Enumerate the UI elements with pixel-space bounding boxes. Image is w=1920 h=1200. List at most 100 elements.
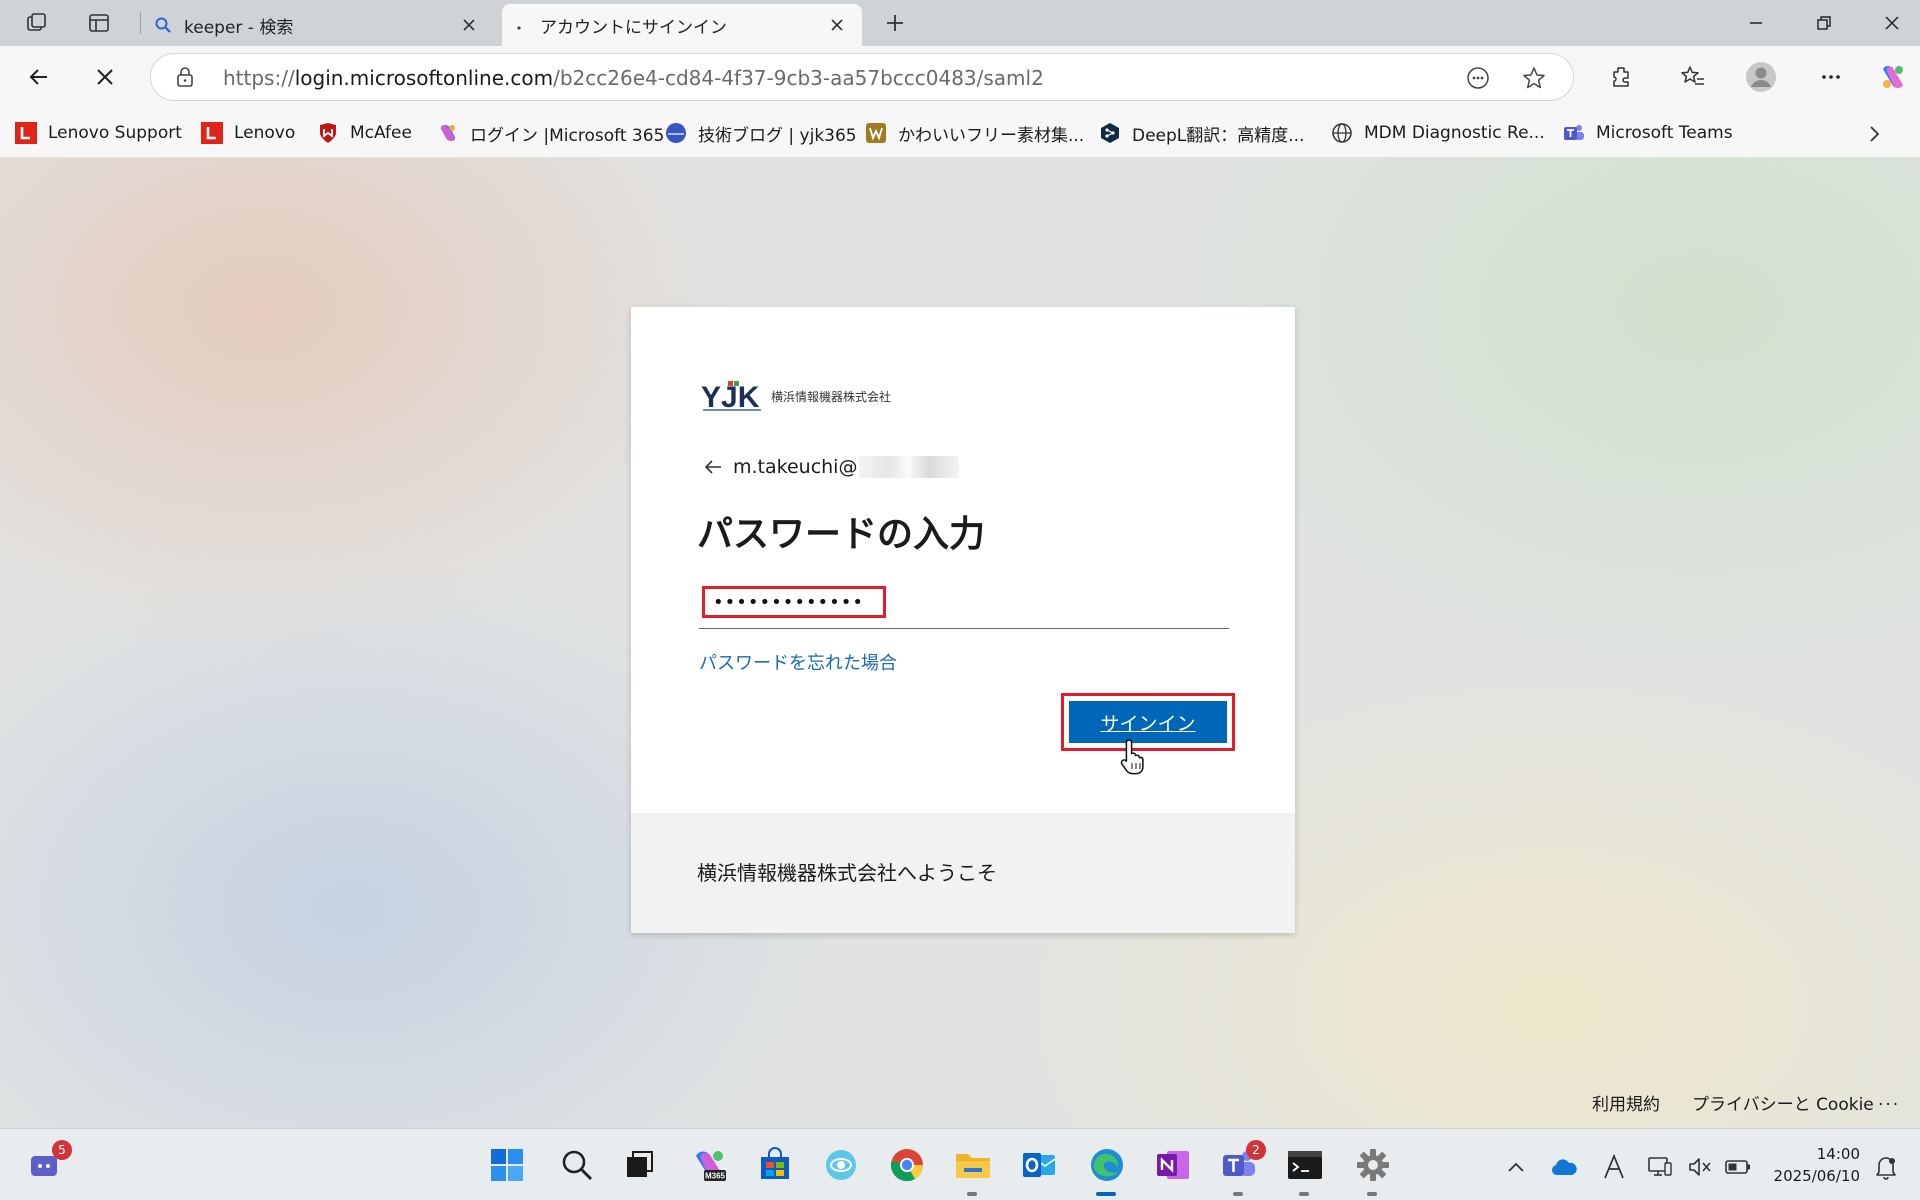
tab-bar: keeper - 検索 アカウントにサインイン xyxy=(0,0,1920,46)
extensions-icon[interactable] xyxy=(1604,60,1638,94)
identity-row[interactable]: m.takeuchi@ xyxy=(701,455,960,479)
favorite-tech-blog[interactable]: 技術ブログ | yjk365 xyxy=(664,119,857,147)
svg-text:M365: M365 xyxy=(705,1172,726,1181)
running-indicator xyxy=(1233,1192,1243,1196)
microsoft365-icon xyxy=(436,121,460,145)
signin-card-footer: 横浜情報機器株式会社へようこそ xyxy=(631,813,1295,933)
favorite-label: Lenovo Support xyxy=(48,123,182,143)
favorite-label: ログイン |Microsoft 365 xyxy=(470,125,665,146)
close-tab-icon[interactable] xyxy=(824,12,850,38)
ime-mode-icon[interactable] xyxy=(1600,1153,1628,1181)
favorite-label: McAfee xyxy=(350,123,412,143)
restore-icon[interactable] xyxy=(1796,4,1852,42)
yjk-logo-icon: YJK xyxy=(701,381,761,413)
network-icon[interactable] xyxy=(1646,1153,1674,1181)
system-clock[interactable]: 14:00 2025/06/10 xyxy=(1766,1143,1860,1187)
back-icon[interactable] xyxy=(22,60,56,94)
search-icon xyxy=(152,16,174,34)
mcafee-icon xyxy=(316,121,340,145)
running-indicator xyxy=(1367,1192,1377,1196)
deepl-icon xyxy=(1098,121,1122,145)
search-icon[interactable] xyxy=(556,1144,598,1186)
forgot-password-link[interactable]: パスワードを忘れた場合 xyxy=(699,649,897,675)
notification-app-icon[interactable]: 5 xyxy=(24,1140,72,1186)
company-name: 横浜情報機器株式会社 xyxy=(771,389,892,404)
favorite-label: かわいいフリー素材集... xyxy=(898,125,1085,146)
task-view-icon[interactable] xyxy=(618,1144,660,1186)
favorite-deepl[interactable]: DeepL翻訳：高精度... xyxy=(1098,119,1304,147)
lenovo-icon xyxy=(14,121,38,145)
blog-icon xyxy=(664,121,688,145)
settings-gear-icon[interactable] xyxy=(1352,1144,1394,1196)
close-window-icon[interactable] xyxy=(1864,4,1920,42)
favorite-mcafee[interactable]: McAfee xyxy=(316,119,412,147)
close-tab-icon[interactable] xyxy=(456,12,482,38)
vertical-tabs-icon[interactable] xyxy=(84,8,114,38)
profile-avatar-icon[interactable] xyxy=(1744,60,1778,94)
teams-badge: 2 xyxy=(1246,1140,1266,1160)
signin-card: YJK 横浜情報機器株式会社 m.takeuchi@ パスワードの入力 パスワー… xyxy=(631,307,1295,933)
favorite-lenovo[interactable]: Lenovo xyxy=(200,119,295,147)
onedrive-icon[interactable] xyxy=(1550,1153,1578,1181)
start-icon[interactable] xyxy=(486,1144,528,1186)
teams-taskbar-icon[interactable]: 2 xyxy=(1218,1140,1266,1196)
favorite-label: Lenovo xyxy=(234,123,296,143)
reading-mode-icon[interactable] xyxy=(1463,64,1493,92)
lock-icon[interactable] xyxy=(175,66,195,92)
battery-icon[interactable] xyxy=(1724,1153,1752,1181)
globe-icon xyxy=(1330,121,1354,145)
tab-separator xyxy=(140,12,141,34)
onenote-icon[interactable] xyxy=(1152,1144,1194,1186)
running-indicator xyxy=(967,1192,977,1196)
terms-link[interactable]: 利用規約 xyxy=(1592,1090,1660,1115)
chevron-up-icon[interactable] xyxy=(1502,1153,1530,1181)
favorite-label: MDM Diagnostic Re... xyxy=(1364,123,1545,143)
favorite-label: Microsoft Teams xyxy=(1596,123,1733,143)
copilot-m365-icon[interactable]: M365 xyxy=(688,1144,730,1186)
favorite-microsoft-teams[interactable]: Microsoft Teams xyxy=(1562,119,1733,147)
url-text: https://login.microsoftonline.com/b2cc26… xyxy=(223,66,1044,90)
new-tab-icon[interactable] xyxy=(880,8,910,38)
password-input[interactable] xyxy=(702,586,886,618)
password-field-wrapper xyxy=(699,583,1229,629)
favorite-lenovo-support[interactable]: Lenovo Support xyxy=(14,119,182,147)
stop-loading-icon[interactable] xyxy=(88,60,122,94)
terminal-icon[interactable] xyxy=(1284,1144,1326,1196)
hand-cursor-icon xyxy=(1120,739,1144,775)
chevron-right-icon[interactable] xyxy=(1862,122,1886,146)
address-bar[interactable]: https://login.microsoftonline.com/b2cc26… xyxy=(150,53,1574,101)
edge-icon[interactable] xyxy=(1086,1144,1128,1196)
notifications-bell-icon[interactable] xyxy=(1872,1153,1900,1181)
outlook-icon[interactable] xyxy=(1018,1144,1060,1186)
account-email: m.takeuchi@ xyxy=(733,456,858,478)
running-indicator xyxy=(1299,1192,1309,1196)
favorite-microsoft365[interactable]: ログイン |Microsoft 365 xyxy=(436,119,664,147)
tab-title: アカウントにサインイン xyxy=(540,17,727,38)
tab-signin[interactable]: アカウントにサインイン xyxy=(502,4,862,46)
tab-keeper-search[interactable]: keeper - 検索 xyxy=(146,4,494,46)
favorites-icon[interactable] xyxy=(1676,60,1710,94)
favorite-star-icon[interactable] xyxy=(1519,64,1549,92)
tab-title: keeper - 検索 xyxy=(184,17,294,38)
favorite-irasutoya[interactable]: かわいいフリー素材集... xyxy=(864,119,1084,147)
active-app-indicator xyxy=(1096,1192,1116,1196)
copilot-icon[interactable] xyxy=(1876,60,1910,94)
privacy-cookie-link[interactable]: プライバシーと Cookie xyxy=(1692,1090,1874,1115)
favorite-mdm-diagnostic[interactable]: MDM Diagnostic Re... xyxy=(1330,119,1545,147)
minimize-icon[interactable] xyxy=(1728,4,1784,42)
back-arrow-icon[interactable] xyxy=(701,455,725,479)
clock-time: 14:00 xyxy=(1816,1145,1860,1163)
chrome-icon[interactable] xyxy=(886,1144,928,1186)
microsoft-store-icon[interactable] xyxy=(754,1144,796,1186)
speaker-muted-icon[interactable] xyxy=(1686,1153,1714,1181)
loading-icon xyxy=(508,16,530,34)
irasutoya-icon xyxy=(864,121,888,145)
globe-app-icon[interactable] xyxy=(820,1144,862,1186)
more-options-link[interactable]: ... xyxy=(1878,1090,1900,1110)
lenovo-icon xyxy=(200,121,224,145)
workspaces-icon[interactable] xyxy=(22,8,52,38)
file-explorer-icon[interactable] xyxy=(952,1144,994,1196)
redacted-domain xyxy=(859,456,960,478)
more-menu-icon[interactable] xyxy=(1814,60,1848,94)
page-background: YJK 横浜情報機器株式会社 m.takeuchi@ パスワードの入力 パスワー… xyxy=(0,158,1920,1128)
